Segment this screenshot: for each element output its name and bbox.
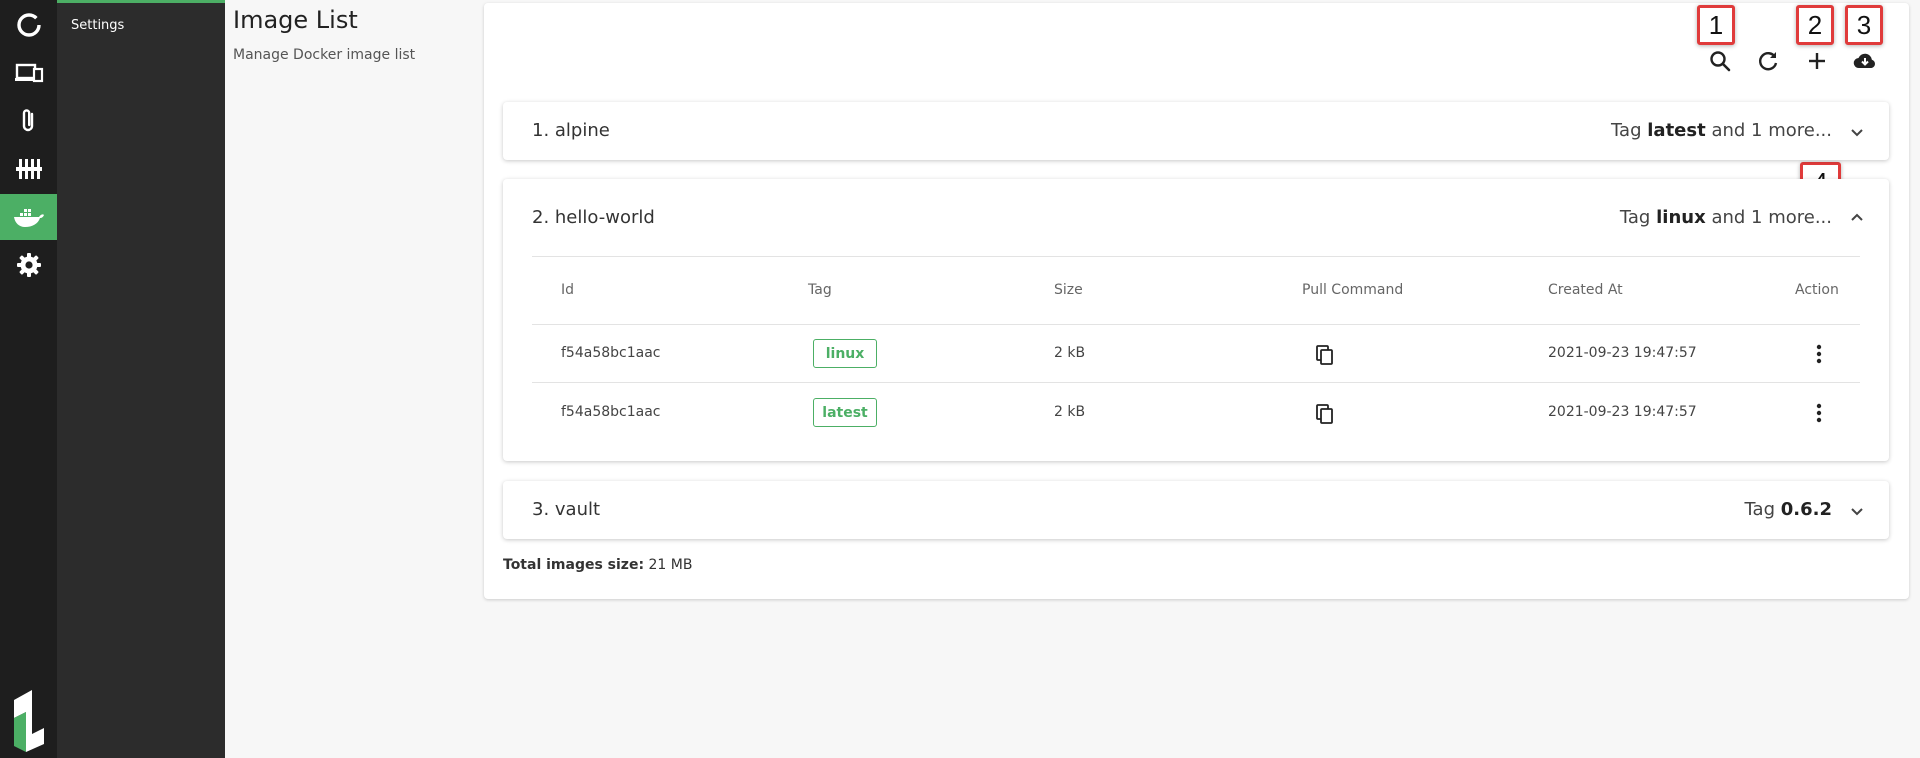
nav-attachments[interactable] — [0, 98, 57, 144]
cell-id: f54a58bc1aac — [561, 404, 661, 420]
page-subtitle: Manage Docker image list — [233, 47, 416, 63]
image-panel-alpine: 1. alpine Tag latest and 1 more... — [503, 102, 1889, 160]
column-header-tag: Tag — [808, 282, 832, 298]
tag-chip: linux — [813, 339, 877, 368]
settings-submenu: Settings — [57, 0, 225, 758]
pull-image-button[interactable] — [1848, 44, 1882, 78]
tag-chip: latest — [813, 398, 877, 427]
image-title: 1. alpine — [532, 120, 610, 141]
chevron-down-icon — [1851, 129, 1863, 137]
add-icon — [1809, 53, 1825, 69]
cell-id: f54a58bc1aac — [561, 345, 661, 361]
active-indicator — [57, 0, 225, 3]
image-title: 3. vault — [532, 499, 601, 520]
tag-summary: Tag linux and 1 more... — [1619, 207, 1832, 228]
refresh-button[interactable] — [1751, 44, 1785, 78]
chevron-down-icon — [1851, 508, 1863, 516]
add-button[interactable] — [1800, 44, 1834, 78]
column-header-id: Id — [561, 282, 575, 298]
column-header-pull-command: Pull Command — [1302, 282, 1404, 298]
icon-sidebar — [0, 0, 57, 758]
brand-logo — [14, 690, 44, 752]
panel-divider — [532, 256, 1860, 257]
column-header-created-at: Created At — [1548, 282, 1623, 298]
cloud-download-icon — [1853, 53, 1876, 69]
status-ring-icon — [16, 13, 41, 37]
image-title: 2. hello-world — [532, 207, 655, 228]
column-header-size: Size — [1054, 282, 1083, 298]
submenu-item-settings[interactable]: Settings — [71, 18, 124, 33]
total-images-size: Total images size: 21 MB — [503, 557, 693, 573]
tag-summary: Tag latest and 1 more... — [1611, 120, 1832, 141]
column-header-action: Action — [1795, 282, 1839, 298]
gear-icon — [16, 253, 41, 277]
nav-settings[interactable] — [0, 242, 57, 288]
search-icon — [1710, 51, 1731, 72]
nav-docker[interactable] — [0, 194, 57, 240]
cell-created-at: 2021-09-23 19:47:57 — [1548, 404, 1697, 420]
page-title: Image List — [233, 6, 358, 34]
docker-icon — [13, 209, 44, 227]
callout-3: 3 — [1845, 5, 1883, 45]
chevron-up-icon — [1851, 213, 1863, 221]
more-vert-icon[interactable] — [1807, 342, 1831, 366]
devices-icon — [14, 63, 43, 83]
network-ports-icon — [15, 159, 42, 179]
nav-network[interactable] — [0, 146, 57, 192]
image-panel-vault: 3. vault Tag 0.6.2 — [503, 481, 1889, 539]
nav-devices[interactable] — [0, 50, 57, 96]
panel-header-vault[interactable]: 3. vault Tag 0.6.2 — [503, 481, 1889, 539]
refresh-icon — [1759, 52, 1778, 71]
cell-size: 2 kB — [1054, 345, 1086, 361]
tag-summary: Tag 0.6.2 — [1744, 499, 1832, 520]
row-divider — [532, 382, 1860, 383]
cell-size: 2 kB — [1054, 404, 1086, 420]
panel-header-hello-world[interactable]: 2. hello-world Tag linux and 1 more... — [503, 179, 1889, 237]
cell-created-at: 2021-09-23 19:47:57 — [1548, 345, 1697, 361]
table-header-divider — [532, 324, 1860, 325]
panel-header-alpine[interactable]: 1. alpine Tag latest and 1 more... — [503, 102, 1889, 160]
more-vert-icon[interactable] — [1807, 401, 1831, 425]
search-button[interactable] — [1703, 44, 1737, 78]
callout-1: 1 — [1697, 5, 1735, 45]
nav-status[interactable] — [0, 2, 57, 48]
copy-icon[interactable] — [1313, 343, 1337, 367]
attachment-icon — [22, 109, 33, 132]
copy-icon[interactable] — [1313, 402, 1337, 426]
callout-2: 2 — [1796, 5, 1834, 45]
